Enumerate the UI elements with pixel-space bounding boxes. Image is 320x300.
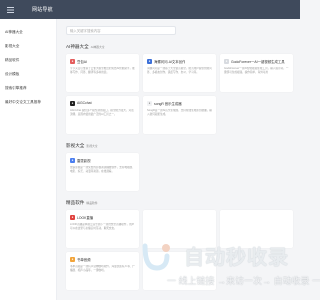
card-description: 字节火山引擎基于云雀大模型推出的免费AI智能助手，能够写作、问答、翻译等多种用途… <box>70 67 135 74</box>
hamburger-icon[interactable] <box>4 0 16 19</box>
card-description <box>224 223 289 238</box>
watermark-text: 自动秒收录 <box>184 247 289 269</box>
watermark-overlay: 自动秒收录 一 线上链接 →来访一次→ 自动收录 一 <box>141 239 320 300</box>
top-header: 网站导航 <box>0 0 300 19</box>
watermark-slogan: 一 线上链接 →来访一次→ 自动收录 一 <box>167 276 320 286</box>
sidebar-item-paper-tools[interactable]: 最好中文论文工具推荐 <box>0 95 56 109</box>
site-card[interactable]: ● 豆包AI 字节火山引擎基于云雀大模型推出的免费AI智能助手，能够写作、问答、翻… <box>66 54 139 92</box>
card-description: AiGCchat 提供多个模型调用接口，模型能力强大，对话流畅，是国内使用最广泛… <box>70 109 134 116</box>
section-subtitle: 影视大全 <box>86 144 98 148</box>
card-title: songR 音乐生成器 <box>154 101 182 106</box>
card-description <box>147 223 212 238</box>
site-card[interactable]: ● 雷霆影视 雷霆影视是一款免费的影视资源播放软件，支持电视剧、电影、综艺、动漫等… <box>66 153 139 191</box>
card-title: 书单音频 <box>77 257 91 262</box>
card-title: 雷霆影视 <box>77 158 91 163</box>
doubao-icon: ● <box>70 58 75 64</box>
sidebar-item-software[interactable]: 精品软件 <box>0 53 56 67</box>
sidebar-item-movies[interactable]: 影视大全 <box>0 39 56 53</box>
card-title: 海螺问问-AI文本创作 <box>154 59 186 64</box>
site-logo[interactable]: 网站导航 <box>32 6 53 13</box>
sidebar-item-ai-tools[interactable]: AI神器大全 <box>0 25 56 39</box>
card-description: 雷霆影视是一款免费的影视资源播放软件，支持电视剧、电影、综艺、动漫等资源，在线观… <box>70 166 135 173</box>
site-card[interactable]: ● 海螺问问-AI文本创作 海螺问问是一款基于大型语言模型，能为用户提供智能问答、… <box>143 54 216 92</box>
site-card[interactable]: ● 书单音频 书单音频是一款有声读物收听软件，海量优质有声书、广播剧、相声小品等，… <box>66 252 139 290</box>
card-description: 海螺问问是一款基于大型语言模型，能为用户提供智能问答、多模态创作，涵盖写作、办公… <box>147 67 212 74</box>
site-card[interactable]: ● songR 音乐生成器 SongR是一款AI音乐生成器，支持在线生成原创歌曲，… <box>143 96 216 134</box>
section-title: 精品软件 <box>66 200 85 205</box>
card-description: GodoForever一款AI智能视频生成工具，输入提示词，一键即可生成视频，操… <box>224 67 289 74</box>
card-title: LOOK直播 <box>77 215 94 220</box>
look-icon: ● <box>70 214 75 220</box>
card-title: GodoForever一AI一键视频生成工具 <box>231 59 285 64</box>
card-description: SongR是一款AI音乐生成器，支持在线生成原创歌曲，输入歌词就能生成。 <box>147 109 212 116</box>
section-subtitle: AI神器大全 <box>90 45 105 49</box>
sidebar-item-design-templates[interactable]: 设计模板 <box>0 67 56 81</box>
sidebar: AI神器大全 影视大全 精品软件 设计模板 搜索引擎推荐 最好中文论文工具推荐 <box>0 19 57 300</box>
shudan-icon: ● <box>70 256 75 262</box>
watermark-logo-icon <box>142 243 170 271</box>
card-grid-ai: ● 豆包AI 字节火山引擎基于云雀大模型推出的免费AI智能助手，能够写作、问答、翻… <box>66 54 300 134</box>
card-grid-movies: ● 雷霆影视 雷霆影视是一款免费的影视资源播放软件，支持电视剧、电影、综艺、动漫等… <box>66 153 300 191</box>
section-header-ai: AI神器大全 AI神器大全 <box>66 44 300 50</box>
site-card[interactable]: ● GodoForever一AI一键视频生成工具 GodoForever一款AI智… <box>220 54 293 92</box>
card-description: 书单音频是一款有声读物收听软件，海量优质有声书、广播剧、相声小品等，一键收听。 <box>70 265 135 272</box>
hailuo-icon: ● <box>147 58 152 64</box>
site-card[interactable]: ● LOOK直播 LOOK直播是网易云音乐旗下一款社交型直播软件，用户可以在这里与… <box>66 210 139 248</box>
section-header-software: 精品软件 精品软件 <box>66 200 300 206</box>
section-header-movies: 影视大全 影视大全 <box>66 143 300 149</box>
card-description: LOOK直播是网易云音乐旗下一款社交型直播软件，用户可以在这里与主播实时互动，聊… <box>70 223 135 230</box>
leiting-icon: ● <box>70 157 75 163</box>
songr-icon: ● <box>147 100 152 106</box>
site-card[interactable]: ● AiGCchat AiGCchat 提供多个模型调用接口，模型能力强大，对话流… <box>66 96 139 134</box>
card-title: AiGCchat <box>77 101 92 105</box>
section-subtitle: 精品软件 <box>86 201 98 205</box>
section-title: 影视大全 <box>66 143 85 148</box>
sidebar-item-search-engines[interactable]: 搜索引擎推荐 <box>0 81 56 95</box>
card-title: 豆包AI <box>77 59 87 64</box>
search-input[interactable]: 输入关键字搜索内容 <box>66 26 176 35</box>
section-title: AI神器大全 <box>66 44 89 49</box>
aigc-icon: ● <box>70 100 75 106</box>
godo-icon: ● <box>224 58 229 64</box>
